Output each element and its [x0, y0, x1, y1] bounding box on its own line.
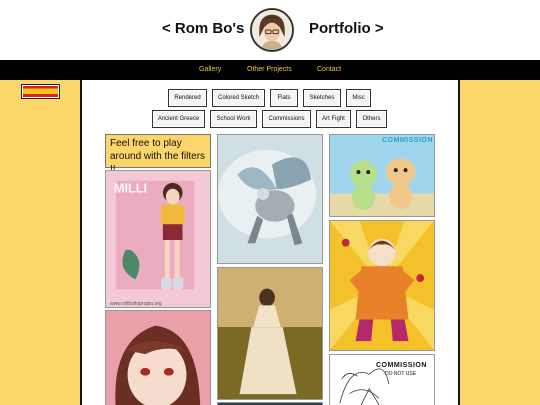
gallery-item-clown[interactable]: [329, 220, 435, 351]
gallery-item-milli[interactable]: MILLI www.milbotlopropia.org: [105, 170, 211, 308]
do-not-use-label: DO NOT USE: [385, 371, 417, 377]
site-title-right[interactable]: Portfolio >: [309, 20, 384, 37]
top-navbar: Gallery Other Projects Contact: [0, 60, 540, 80]
commission-stamp: COMMISSION: [382, 137, 433, 144]
gallery-item-portrait[interactable]: [105, 310, 211, 405]
avatar-portrait-icon: [250, 8, 294, 52]
filter-commissions[interactable]: Commissions: [262, 110, 311, 128]
gallery-item-commission-bears[interactable]: COMMISSION: [329, 134, 435, 217]
filter-others[interactable]: Others: [356, 110, 387, 128]
gallery-item-griffin[interactable]: [217, 134, 323, 264]
filter-sketches[interactable]: Sketches: [303, 89, 341, 107]
left-side-panel: [0, 80, 82, 405]
filter-school-work[interactable]: School Work: [210, 110, 257, 128]
nav-gallery[interactable]: Gallery: [199, 66, 221, 73]
commission-stamp-sketch: COMMISSION: [376, 362, 427, 369]
filter-flats[interactable]: Flats: [270, 89, 298, 107]
filter-colored-sketch[interactable]: Colored Sketch: [212, 89, 265, 107]
nav-other-projects[interactable]: Other Projects: [247, 66, 292, 73]
nav-contact[interactable]: Contact: [317, 66, 341, 73]
gallery-item-commission-sketch[interactable]: COMMISSION DO NOT USE: [329, 354, 435, 405]
filter-rendered[interactable]: Rendered: [168, 89, 207, 107]
gallery-item-dress-field[interactable]: [217, 267, 323, 400]
site-title-left[interactable]: < Rom Bo's: [162, 20, 244, 37]
filter-hint-note: Feel free to play around with the filter…: [105, 134, 211, 175]
art-watermark: www.milbotlopropia.org: [110, 301, 162, 307]
spain-flag-icon[interactable]: [21, 84, 60, 99]
site-header: < Rom Bo's Portfolio >: [0, 0, 540, 60]
filter-misc[interactable]: Misc: [346, 89, 371, 107]
filter-art-fight[interactable]: Art Fight: [316, 110, 351, 128]
right-side-panel: [458, 80, 540, 405]
filter-ancient-greece[interactable]: Ancient Greece: [152, 110, 205, 128]
art-caption-milli: MILLI: [114, 181, 147, 196]
